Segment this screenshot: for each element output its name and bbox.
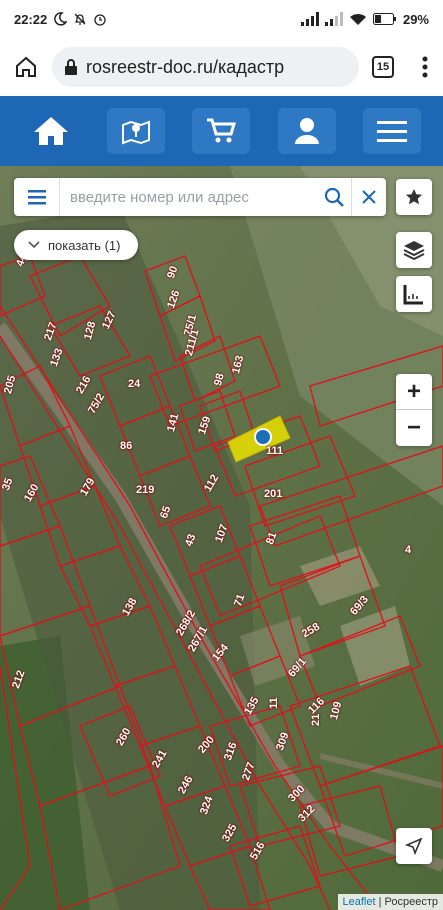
search-bar — [14, 178, 386, 216]
address-bar[interactable]: rosreestr-doc.ru/кадастр — [52, 47, 359, 87]
locate-button[interactable] — [396, 828, 432, 864]
list-icon — [27, 190, 46, 205]
home-outline-icon — [16, 56, 36, 77]
cart-icon — [207, 118, 237, 143]
location-marker[interactable] — [254, 428, 272, 446]
more-vert-icon — [422, 56, 428, 78]
nav-user-button[interactable] — [277, 108, 336, 154]
wifi-icon — [349, 13, 366, 25]
alarm-icon — [94, 14, 106, 26]
parcel-label[interactable]: 86 — [120, 440, 132, 452]
chevron-down-icon — [28, 241, 40, 249]
nav-home-button[interactable] — [22, 108, 80, 154]
parcel-label[interactable]: 111 — [266, 445, 283, 457]
close-icon — [362, 190, 376, 204]
show-results-label: показать (1) — [48, 237, 121, 253]
lock-icon — [65, 59, 77, 75]
ruler-icon — [403, 285, 423, 305]
status-bar: 22:22 29% — [0, 0, 443, 38]
show-results-button[interactable]: показать (1) — [14, 230, 139, 260]
browser-toolbar: rosreestr-doc.ru/кадастр 15 — [0, 38, 443, 96]
nav-menu-button[interactable] — [363, 108, 422, 154]
hamburger-icon — [377, 121, 408, 142]
layers-button[interactable] — [396, 232, 432, 268]
battery-percent: 29% — [402, 11, 429, 27]
user-icon — [294, 118, 319, 144]
measure-button[interactable] — [396, 276, 432, 312]
search-menu-button[interactable] — [14, 178, 60, 216]
attribution-source: Росреестр — [384, 896, 438, 908]
mute-bell-icon — [74, 13, 86, 25]
star-icon — [406, 189, 422, 205]
map-attribution: Leaflet | Росреестр — [337, 894, 443, 910]
browser-menu-button[interactable] — [407, 38, 443, 96]
search-input[interactable] — [60, 188, 316, 206]
clock: 22:22 — [14, 11, 48, 27]
tabs-button[interactable]: 15 — [359, 38, 407, 96]
search-button[interactable] — [316, 178, 352, 216]
zoom-in-button[interactable]: + — [396, 374, 432, 410]
attribution-separator: | — [375, 896, 385, 908]
site-nav — [0, 96, 443, 166]
battery-icon — [372, 13, 396, 25]
cadastral-map[interactable]: 44 90 126 127 217 128 133 75/1 211/1 24 163 98 205 21… — [0, 166, 443, 910]
parcel-label[interactable]: 219 — [136, 484, 154, 496]
layers-icon — [403, 241, 425, 261]
tab-count: 15 — [372, 56, 394, 78]
clear-search-button[interactable] — [352, 178, 386, 216]
navigation-arrow-icon — [405, 837, 423, 855]
map-pin-icon — [122, 120, 151, 145]
signal-2-icon — [324, 12, 343, 26]
parcel-label[interactable]: 21 — [310, 714, 322, 726]
parcel-label[interactable]: 24 — [128, 378, 140, 390]
url-text: rosreestr-doc.ru/кадастр — [86, 56, 285, 77]
home-icon — [33, 117, 68, 145]
zoom-out-button[interactable]: − — [396, 410, 432, 446]
browser-home-button[interactable] — [0, 38, 52, 96]
zoom-control: + − — [396, 374, 432, 446]
favorites-button[interactable] — [396, 179, 432, 215]
parcel-label[interactable]: 11 — [268, 697, 280, 709]
leaflet-link[interactable]: Leaflet — [343, 896, 376, 908]
parcel-label[interactable]: 201 — [264, 488, 282, 500]
parcel-label[interactable]: 4 — [405, 544, 411, 556]
search-icon — [324, 187, 344, 207]
moon-icon — [54, 12, 68, 26]
signal-icon — [300, 12, 319, 26]
nav-map-button[interactable] — [107, 108, 166, 154]
nav-cart-button[interactable] — [192, 108, 251, 154]
